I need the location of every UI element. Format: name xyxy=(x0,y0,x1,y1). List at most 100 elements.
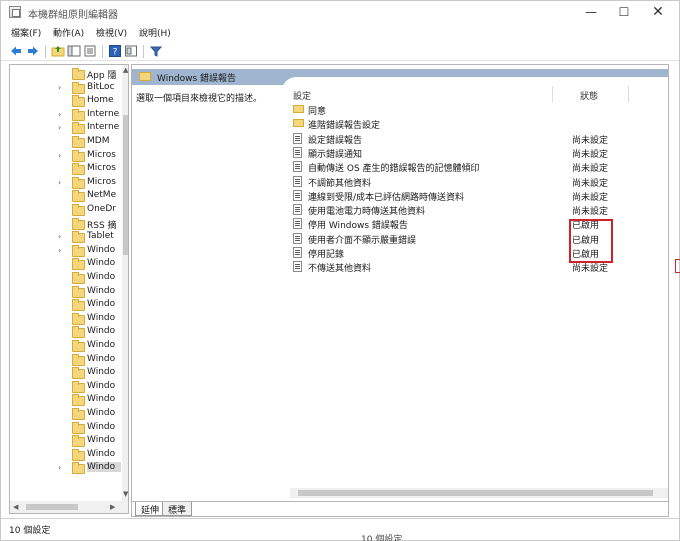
folder-icon xyxy=(72,244,85,257)
setting-state: 尚未設定 xyxy=(572,264,609,275)
tree-item[interactable]: Windo xyxy=(10,380,122,395)
tree-item[interactable]: Windo xyxy=(10,326,122,340)
list-item-setting[interactable]: 設定錯誤報告 尚未設定 xyxy=(290,132,630,146)
menu-view[interactable]: 檢視(V) xyxy=(96,26,127,39)
properties-icon[interactable] xyxy=(124,44,138,58)
expand-arrow-icon[interactable]: › xyxy=(58,178,61,187)
tree-item[interactable]: › Micros xyxy=(10,149,122,164)
tree-item[interactable]: Windo xyxy=(10,394,122,408)
expand-arrow-icon[interactable]: › xyxy=(58,232,61,241)
scrollbar-thumb[interactable] xyxy=(298,490,653,496)
policy-setting-icon xyxy=(293,161,302,173)
menu-bar: 檔案(F) 動作(A) 檢視(V) 說明(H) xyxy=(1,23,679,41)
folder-icon xyxy=(72,435,85,448)
menu-help[interactable]: 說明(H) xyxy=(139,26,171,39)
tree-item[interactable]: Windo xyxy=(10,353,122,368)
tree-item[interactable]: Windo xyxy=(10,448,122,463)
expand-arrow-icon[interactable]: › xyxy=(58,246,61,255)
menu-action[interactable]: 動作(A) xyxy=(53,26,84,39)
folder-icon xyxy=(72,190,85,203)
back-arrow-icon[interactable] xyxy=(9,44,23,58)
folder-icon xyxy=(72,122,85,135)
tree-item[interactable]: Windo xyxy=(10,435,122,449)
tree-vertical-scrollbar[interactable]: ▲ ▼ xyxy=(122,65,128,501)
folder-icon xyxy=(72,81,85,94)
list-item-setting[interactable]: 不調節其他資料 尚未設定 xyxy=(290,175,630,189)
app-icon xyxy=(9,6,21,18)
up-folder-icon[interactable] xyxy=(51,44,65,58)
minimize-button[interactable]: — xyxy=(575,1,607,23)
tree-item[interactable]: › Interne xyxy=(10,122,122,136)
status-bar: 10 個設定 10 個設定 xyxy=(1,518,679,541)
tree-item[interactable]: Windo xyxy=(10,285,122,300)
tree-item[interactable]: RSS 摘 xyxy=(10,217,122,232)
tree-item[interactable]: Windo xyxy=(10,299,122,313)
scroll-left-icon[interactable]: ◀ xyxy=(13,504,18,511)
setting-name: 使用電池電力時傳送其他資料 xyxy=(308,207,426,218)
tree-item[interactable]: › Windo xyxy=(10,462,122,476)
column-separator[interactable] xyxy=(628,86,629,102)
tree-item[interactable]: › BitLoc xyxy=(10,81,122,96)
tree-item[interactable]: Home xyxy=(10,95,122,109)
tab-standard[interactable]: 標準 xyxy=(162,502,193,516)
setting-state: 尚未設定 xyxy=(572,149,609,160)
menu-file[interactable]: 檔案(F) xyxy=(11,26,41,39)
list-horizontal-scrollbar[interactable] xyxy=(290,488,668,498)
tree-item[interactable]: NetMe xyxy=(10,190,122,204)
tree-item[interactable]: Windo xyxy=(10,312,122,327)
tree-item[interactable]: › Interne xyxy=(10,108,122,123)
list-item-setting[interactable]: 顯示錯誤通知 尚未設定 xyxy=(290,146,630,160)
tree-item[interactable]: › Tablet xyxy=(10,231,122,245)
folder-icon xyxy=(72,380,85,393)
scroll-right-icon[interactable]: ▶ xyxy=(110,504,115,511)
column-header-state[interactable]: 狀態 xyxy=(580,89,598,102)
setting-state: 尚未設定 xyxy=(572,164,609,175)
tree-item[interactable]: OneDr xyxy=(10,204,122,218)
expand-arrow-icon[interactable]: › xyxy=(58,110,61,119)
folder-icon xyxy=(139,72,151,81)
tree-item[interactable]: Windo xyxy=(10,272,122,286)
tree-item-label: Windo xyxy=(87,299,116,310)
column-separator[interactable] xyxy=(552,86,553,102)
folder-icon xyxy=(72,340,85,352)
folder-icon xyxy=(72,299,85,312)
list-item-folder[interactable]: 同意 xyxy=(290,103,630,117)
help-icon[interactable]: ? xyxy=(108,44,122,58)
tree-pane[interactable]: App 隱 › BitLoc Home › Interne › Interne MDM › Micr… xyxy=(9,64,129,514)
toolbar-separator xyxy=(45,45,46,58)
tree-item-label: Windo xyxy=(87,326,116,337)
tree-item[interactable]: Windo xyxy=(10,340,122,354)
list-item-setting[interactable]: 自動傳送 OS 產生的錯誤報告的記憶體傾印 尚未設定 xyxy=(290,160,630,174)
tree-item[interactable]: Windo xyxy=(10,258,122,272)
tree-item[interactable]: MDM xyxy=(10,136,122,150)
tree-item[interactable]: Windo xyxy=(10,408,122,422)
tree-horizontal-scrollbar[interactable]: ◀ ▶ xyxy=(10,501,128,513)
scrollbar-thumb[interactable] xyxy=(26,504,78,510)
tree-item[interactable]: App 隱 xyxy=(10,68,122,82)
tab-extended[interactable]: 延伸 xyxy=(135,502,166,516)
list-item-setting[interactable]: 使用電池電力時傳送其他資料 尚未設定 xyxy=(290,203,630,217)
scroll-up-icon[interactable]: ▲ xyxy=(123,67,128,74)
export-list-icon[interactable] xyxy=(83,44,97,58)
tree-item[interactable]: › Micros xyxy=(10,176,122,191)
scrollbar-thumb[interactable] xyxy=(123,115,128,255)
expand-arrow-icon[interactable]: › xyxy=(58,463,61,472)
expand-arrow-icon[interactable]: › xyxy=(58,83,61,92)
scroll-down-icon[interactable]: ▼ xyxy=(123,491,128,498)
background-highlight-edge xyxy=(675,259,680,273)
filter-icon[interactable] xyxy=(149,44,163,58)
toolbar-separator xyxy=(143,45,144,58)
show-hide-tree-icon[interactable] xyxy=(67,44,81,58)
tree-item[interactable]: › Windo xyxy=(10,244,122,259)
tree-item[interactable]: Windo xyxy=(10,367,122,381)
maximize-button[interactable]: ☐ xyxy=(608,1,640,23)
forward-arrow-icon[interactable] xyxy=(26,44,40,58)
expand-arrow-icon[interactable]: › xyxy=(58,151,61,160)
expand-arrow-icon[interactable]: › xyxy=(58,123,61,132)
tree-item[interactable]: Windo xyxy=(10,421,122,436)
close-button[interactable]: ✕ xyxy=(642,1,674,23)
list-item-folder[interactable]: 進階錯誤報告設定 xyxy=(290,117,630,131)
tree-item[interactable]: Micros xyxy=(10,163,122,177)
list-item-setting[interactable]: 連線到受限/成本已評估網路時傳送資料 尚未設定 xyxy=(290,189,630,203)
column-header-setting[interactable]: 設定 xyxy=(293,89,311,102)
